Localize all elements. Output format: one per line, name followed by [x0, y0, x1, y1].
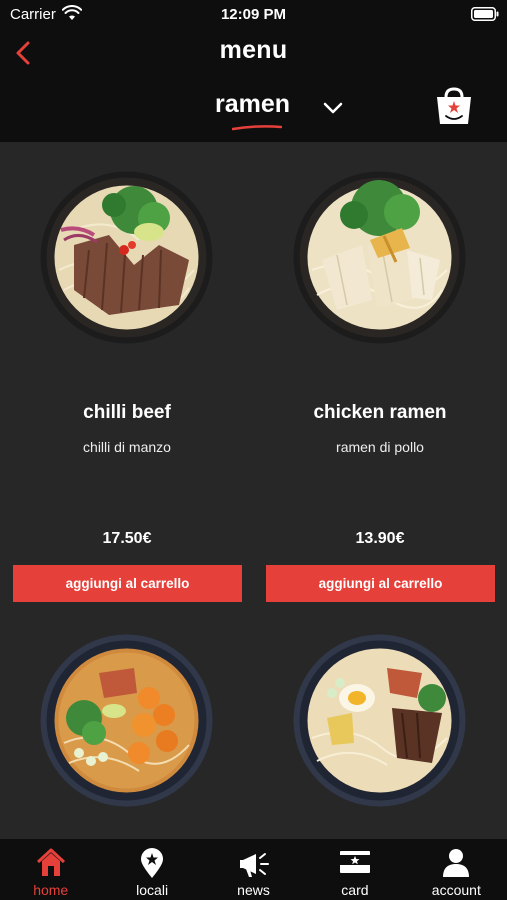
- chevron-down-icon: [323, 102, 343, 114]
- tab-news-label: news: [237, 882, 270, 898]
- tab-home-label: home: [33, 882, 69, 898]
- chilli-beef-ramen-image[interactable]: [39, 170, 214, 345]
- product-card-chilli-beef: chilli beef chilli di manzo 17.50€ aggiu…: [13, 164, 259, 604]
- tab-locali-label: locali: [136, 882, 169, 898]
- add-to-cart-button[interactable]: aggiungi al carrello: [266, 565, 495, 602]
- category-label: ramen: [215, 90, 291, 118]
- tab-news[interactable]: news: [203, 839, 304, 900]
- user-icon: [443, 849, 470, 877]
- status-bar: Carrier 12:09 PM: [0, 0, 507, 28]
- product-card-chicken-ramen: chicken ramen ramen di pollo 13.90€ aggi…: [266, 164, 507, 604]
- product-price: 13.90€: [355, 530, 405, 547]
- shopping-bag-icon[interactable]: [434, 86, 474, 126]
- status-time: 12:09 PM: [220, 6, 287, 23]
- location-pin-icon: [141, 848, 164, 878]
- tab-account[interactable]: account: [406, 839, 507, 900]
- product-description: ramen di pollo: [336, 439, 424, 455]
- tab-account-label: account: [431, 882, 481, 898]
- tab-bar: home locali news card account: [0, 839, 507, 900]
- header: menu ramen: [0, 28, 507, 142]
- egg-beef-ramen-image[interactable]: [292, 633, 467, 808]
- product-card-shrimp-ramen: [13, 631, 259, 841]
- add-to-cart-button[interactable]: aggiungi al carrello: [13, 565, 242, 602]
- category-underline: [232, 125, 282, 131]
- category-dropdown[interactable]: ramen: [210, 88, 350, 132]
- chicken-ramen-image[interactable]: [292, 170, 467, 345]
- tab-card-label: card: [341, 882, 369, 898]
- home-icon: [36, 848, 65, 876]
- page-title: menu: [219, 36, 288, 64]
- product-name: chilli beef: [83, 402, 171, 423]
- megaphone-icon: [239, 853, 269, 877]
- product-card-egg-beef-ramen: [266, 631, 507, 841]
- product-price: 17.50€: [102, 530, 152, 547]
- tab-home[interactable]: home: [0, 839, 101, 900]
- product-name: chicken ramen: [313, 402, 447, 423]
- battery-icon: [471, 7, 499, 21]
- shrimp-ramen-image[interactable]: [39, 633, 214, 808]
- product-description: chilli di manzo: [83, 439, 171, 455]
- tab-card[interactable]: card: [304, 839, 405, 900]
- tab-locali[interactable]: locali: [101, 839, 202, 900]
- card-icon: [339, 851, 370, 873]
